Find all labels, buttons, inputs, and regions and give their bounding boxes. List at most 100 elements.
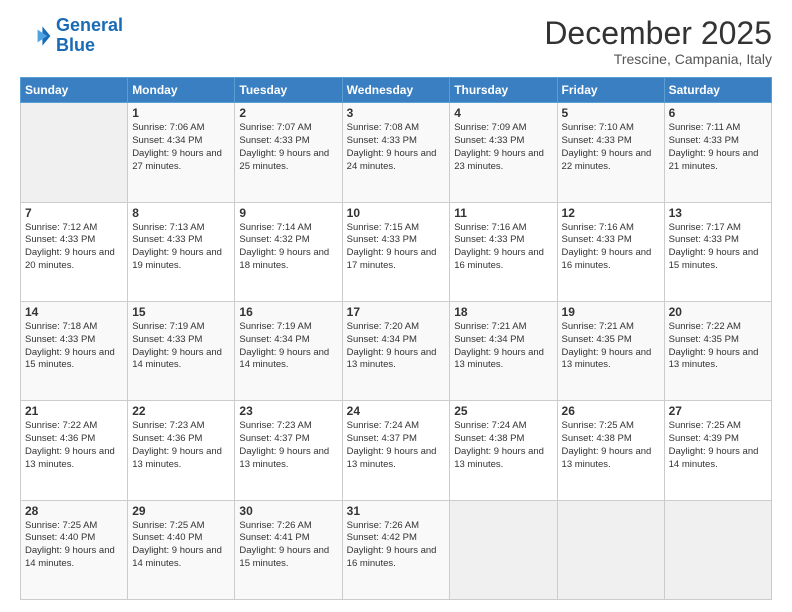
day-number: 23 <box>239 404 337 418</box>
day-cell: 12Sunrise: 7:16 AMSunset: 4:33 PMDayligh… <box>557 202 664 301</box>
weekday-monday: Monday <box>128 78 235 103</box>
day-number: 15 <box>132 305 230 319</box>
weekday-wednesday: Wednesday <box>342 78 450 103</box>
day-cell: 2 Sunrise: 7:07 AMSunset: 4:33 PMDaylight… <box>235 103 342 202</box>
logo: General Blue <box>20 16 123 56</box>
day-cell: 18Sunrise: 7:21 AMSunset: 4:34 PMDayligh… <box>450 301 557 400</box>
day-cell: 26 Sunrise: 7:25 AMSunset: 4:38 PMDayligh… <box>557 401 664 500</box>
day-number: 13 <box>669 206 767 220</box>
day-info: Sunrise: 7:26 AMSunset: 4:42 PMDaylight:… <box>347 520 446 571</box>
day-info: Sunrise: 7:06 AMSunset: 4:34 PMDaylight:… <box>132 122 230 173</box>
day-cell: 10 Sunrise: 7:15 AMSunset: 4:33 PMDayligh… <box>342 202 450 301</box>
day-number: 22 <box>132 404 230 418</box>
week-row-3: 14 Sunrise: 7:18 AMSunset: 4:33 PMDayligh… <box>21 301 772 400</box>
day-cell: 22 Sunrise: 7:23 AMSunset: 4:36 PMDayligh… <box>128 401 235 500</box>
day-cell: 29Sunrise: 7:25 AMSunset: 4:40 PMDayligh… <box>128 500 235 599</box>
day-number: 2 <box>239 106 337 120</box>
day-number: 27 <box>669 404 767 418</box>
day-info: Sunrise: 7:25 AMSunset: 4:40 PMDaylight:… <box>25 520 123 571</box>
day-number: 1 <box>132 106 230 120</box>
weekday-tuesday: Tuesday <box>235 78 342 103</box>
day-cell: 15 Sunrise: 7:19 AMSunset: 4:33 PMDayligh… <box>128 301 235 400</box>
day-number: 31 <box>347 504 446 518</box>
day-cell: 28 Sunrise: 7:25 AMSunset: 4:40 PMDayligh… <box>21 500 128 599</box>
day-info: Sunrise: 7:08 AMSunset: 4:33 PMDaylight:… <box>347 122 446 173</box>
day-cell: 19 Sunrise: 7:21 AMSunset: 4:35 PMDayligh… <box>557 301 664 400</box>
week-row-5: 28 Sunrise: 7:25 AMSunset: 4:40 PMDayligh… <box>21 500 772 599</box>
day-cell: 9 Sunrise: 7:14 AMSunset: 4:32 PMDaylight… <box>235 202 342 301</box>
weekday-sunday: Sunday <box>21 78 128 103</box>
day-info: Sunrise: 7:19 AMSunset: 4:33 PMDaylight:… <box>132 321 230 372</box>
day-number: 10 <box>347 206 446 220</box>
weekday-header-row: SundayMondayTuesdayWednesdayThursdayFrid… <box>21 78 772 103</box>
day-cell <box>450 500 557 599</box>
day-cell <box>664 500 771 599</box>
day-cell: 5Sunrise: 7:10 AMSunset: 4:33 PMDaylight… <box>557 103 664 202</box>
calendar-table: SundayMondayTuesdayWednesdayThursdayFrid… <box>20 77 772 600</box>
day-info: Sunrise: 7:14 AMSunset: 4:32 PMDaylight:… <box>239 222 337 273</box>
day-cell: 6Sunrise: 7:11 AMSunset: 4:33 PMDaylight… <box>664 103 771 202</box>
day-info: Sunrise: 7:23 AMSunset: 4:36 PMDaylight:… <box>132 420 230 471</box>
day-info: Sunrise: 7:13 AMSunset: 4:33 PMDaylight:… <box>132 222 230 273</box>
day-cell <box>21 103 128 202</box>
day-number: 26 <box>562 404 660 418</box>
day-cell: 24 Sunrise: 7:24 AMSunset: 4:37 PMDayligh… <box>342 401 450 500</box>
day-info: Sunrise: 7:18 AMSunset: 4:33 PMDaylight:… <box>25 321 123 372</box>
day-info: Sunrise: 7:10 AMSunset: 4:33 PMDaylight:… <box>562 122 660 173</box>
day-info: Sunrise: 7:17 AMSunset: 4:33 PMDaylight:… <box>669 222 767 273</box>
day-cell: 20 Sunrise: 7:22 AMSunset: 4:35 PMDayligh… <box>664 301 771 400</box>
day-cell: 25Sunrise: 7:24 AMSunset: 4:38 PMDayligh… <box>450 401 557 500</box>
day-info: Sunrise: 7:16 AMSunset: 4:33 PMDaylight:… <box>454 222 552 273</box>
day-info: Sunrise: 7:22 AMSunset: 4:35 PMDaylight:… <box>669 321 767 372</box>
day-info: Sunrise: 7:15 AMSunset: 4:33 PMDaylight:… <box>347 222 446 273</box>
day-cell: 11 Sunrise: 7:16 AMSunset: 4:33 PMDayligh… <box>450 202 557 301</box>
day-number: 20 <box>669 305 767 319</box>
day-number: 7 <box>25 206 123 220</box>
day-cell: 7Sunrise: 7:12 AMSunset: 4:33 PMDaylight… <box>21 202 128 301</box>
day-number: 30 <box>239 504 337 518</box>
day-number: 21 <box>25 404 123 418</box>
day-number: 4 <box>454 106 552 120</box>
day-number: 3 <box>347 106 446 120</box>
page: General Blue December 2025 Trescine, Cam… <box>0 0 792 612</box>
day-cell: 14 Sunrise: 7:18 AMSunset: 4:33 PMDayligh… <box>21 301 128 400</box>
day-info: Sunrise: 7:25 AMSunset: 4:38 PMDaylight:… <box>562 420 660 471</box>
day-info: Sunrise: 7:26 AMSunset: 4:41 PMDaylight:… <box>239 520 337 571</box>
day-info: Sunrise: 7:19 AMSunset: 4:34 PMDaylight:… <box>239 321 337 372</box>
day-number: 16 <box>239 305 337 319</box>
weekday-thursday: Thursday <box>450 78 557 103</box>
day-number: 25 <box>454 404 552 418</box>
day-cell: 17 Sunrise: 7:20 AMSunset: 4:34 PMDayligh… <box>342 301 450 400</box>
day-number: 12 <box>562 206 660 220</box>
logo-icon <box>20 20 52 52</box>
day-number: 28 <box>25 504 123 518</box>
day-cell: 21Sunrise: 7:22 AMSunset: 4:36 PMDayligh… <box>21 401 128 500</box>
weekday-friday: Friday <box>557 78 664 103</box>
logo-text: General Blue <box>56 16 123 56</box>
day-number: 19 <box>562 305 660 319</box>
day-info: Sunrise: 7:11 AMSunset: 4:33 PMDaylight:… <box>669 122 767 173</box>
day-cell: 4 Sunrise: 7:09 AMSunset: 4:33 PMDaylight… <box>450 103 557 202</box>
day-cell: 31 Sunrise: 7:26 AMSunset: 4:42 PMDayligh… <box>342 500 450 599</box>
day-info: Sunrise: 7:20 AMSunset: 4:34 PMDaylight:… <box>347 321 446 372</box>
day-cell: 16 Sunrise: 7:19 AMSunset: 4:34 PMDayligh… <box>235 301 342 400</box>
day-cell: 27 Sunrise: 7:25 AMSunset: 4:39 PMDayligh… <box>664 401 771 500</box>
day-cell: 30 Sunrise: 7:26 AMSunset: 4:41 PMDayligh… <box>235 500 342 599</box>
day-number: 9 <box>239 206 337 220</box>
day-info: Sunrise: 7:07 AMSunset: 4:33 PMDaylight:… <box>239 122 337 173</box>
day-info: Sunrise: 7:25 AMSunset: 4:39 PMDaylight:… <box>669 420 767 471</box>
day-number: 24 <box>347 404 446 418</box>
day-number: 8 <box>132 206 230 220</box>
week-row-4: 21Sunrise: 7:22 AMSunset: 4:36 PMDayligh… <box>21 401 772 500</box>
day-info: Sunrise: 7:23 AMSunset: 4:37 PMDaylight:… <box>239 420 337 471</box>
month-title: December 2025 <box>544 16 772 51</box>
day-info: Sunrise: 7:09 AMSunset: 4:33 PMDaylight:… <box>454 122 552 173</box>
day-number: 17 <box>347 305 446 319</box>
day-number: 14 <box>25 305 123 319</box>
day-info: Sunrise: 7:21 AMSunset: 4:35 PMDaylight:… <box>562 321 660 372</box>
day-cell <box>557 500 664 599</box>
day-number: 18 <box>454 305 552 319</box>
day-number: 11 <box>454 206 552 220</box>
day-info: Sunrise: 7:24 AMSunset: 4:37 PMDaylight:… <box>347 420 446 471</box>
day-number: 29 <box>132 504 230 518</box>
